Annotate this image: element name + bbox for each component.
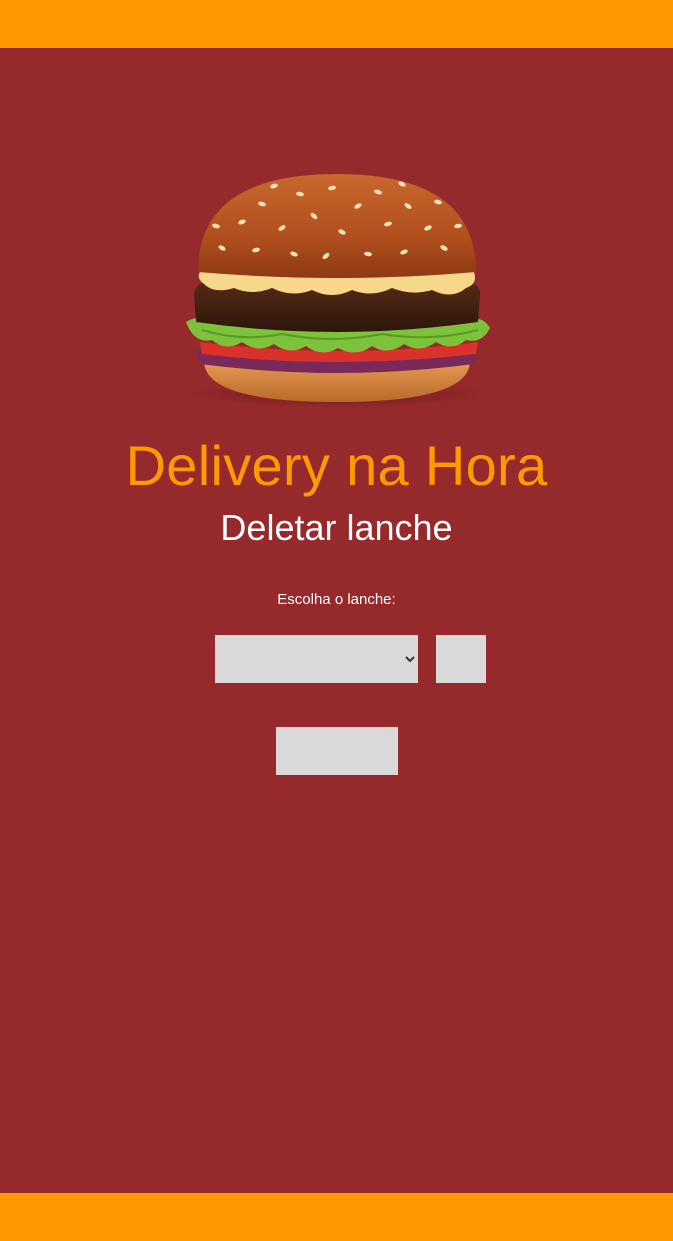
delete-snack-button[interactable]: [276, 727, 398, 775]
page-title: Delivery na Hora: [125, 434, 548, 497]
snack-select[interactable]: [215, 635, 418, 683]
footer-bar: [0, 1193, 673, 1241]
header-bar: [0, 0, 673, 48]
hamburger-image: [186, 174, 490, 408]
snack-select-button[interactable]: [436, 635, 486, 683]
snack-select-label: Escolha o lanche:: [277, 591, 396, 608]
page-subtitle: Deletar lanche: [220, 507, 453, 548]
